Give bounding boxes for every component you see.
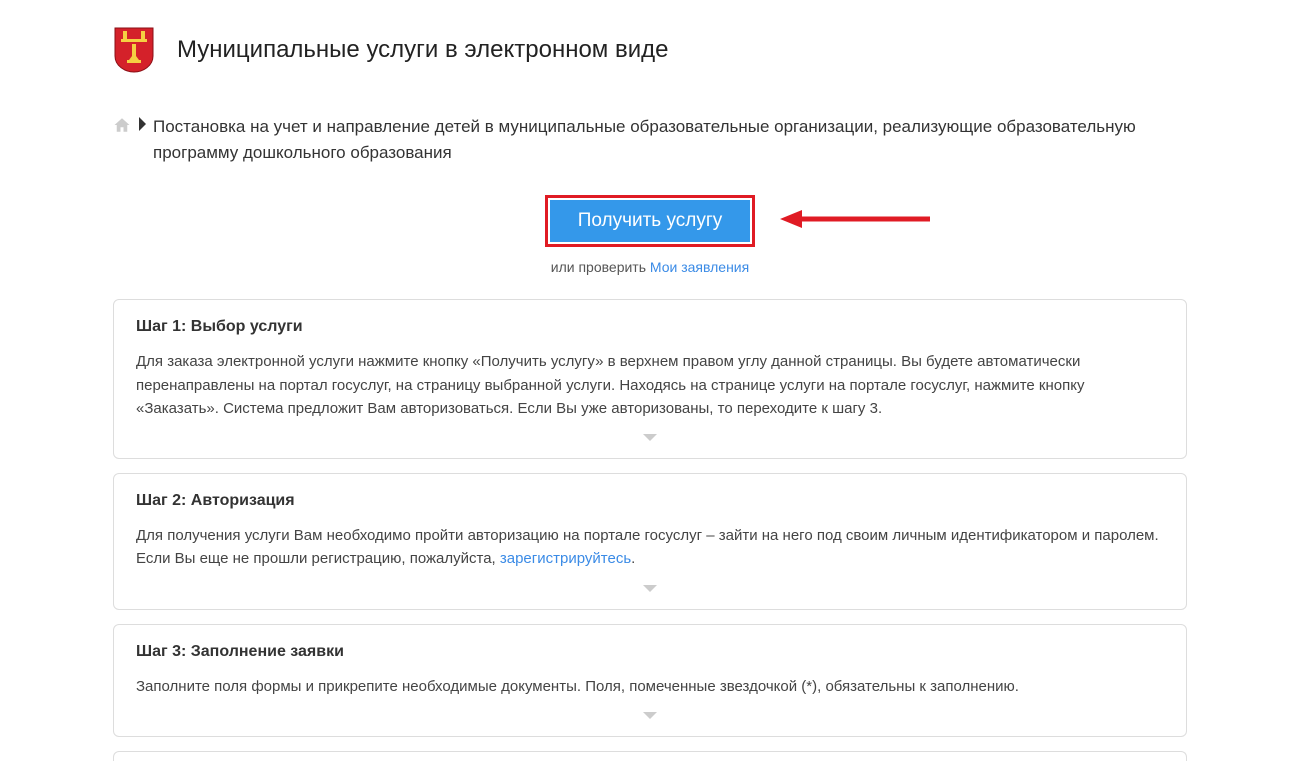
step-body: Для получения услуги Вам необходимо прой… [136,524,1164,571]
chevron-down-icon [642,584,658,594]
step-card-3: Шаг 3: Заполнение заявки Заполните поля … [113,624,1187,737]
step-title: Шаг 1: Выбор услуги [136,318,1164,336]
step-body-suffix: . [631,550,635,567]
breadcrumb: Постановка на учет и направление детей в… [113,114,1187,167]
chevron-down-icon [642,711,658,721]
page-header: Муниципальные услуги в электронном виде [113,26,1187,74]
cta-highlight-frame: Получить услугу [545,195,756,248]
home-icon[interactable] [113,116,131,142]
chevron-right-icon [137,114,147,140]
crest-icon [113,26,155,74]
step-card-2: Шаг 2: Авторизация Для получения услуги … [113,473,1187,610]
chevron-down-icon [642,433,658,443]
get-service-button[interactable]: Получить услугу [550,200,751,243]
cta-section: Получить услугу [113,195,1187,248]
expand-toggle[interactable] [136,708,1164,730]
alt-prefix: или проверить [551,259,650,275]
step-card-partial [113,751,1187,761]
annotation-arrow-icon [780,207,930,231]
step-body-prefix: Для получения услуги Вам необходимо прой… [136,527,1159,567]
register-link[interactable]: зарегистрируйтесь [500,550,631,567]
expand-toggle[interactable] [136,430,1164,452]
my-applications-link[interactable]: Мои заявления [650,259,749,275]
step-title: Шаг 3: Заполнение заявки [136,643,1164,661]
step-body: Заполните поля формы и прикрепите необхо… [136,675,1164,698]
step-title: Шаг 2: Авторизация [136,492,1164,510]
expand-toggle[interactable] [136,581,1164,603]
page-title: Муниципальные услуги в электронном виде [177,36,668,64]
step-card-1: Шаг 1: Выбор услуги Для заказа электронн… [113,299,1187,459]
breadcrumb-current: Постановка на учет и направление детей в… [153,114,1187,167]
step-body: Для заказа электронной услуги нажмите кн… [136,350,1164,420]
alt-action-line: или проверить Мои заявления [113,259,1187,275]
